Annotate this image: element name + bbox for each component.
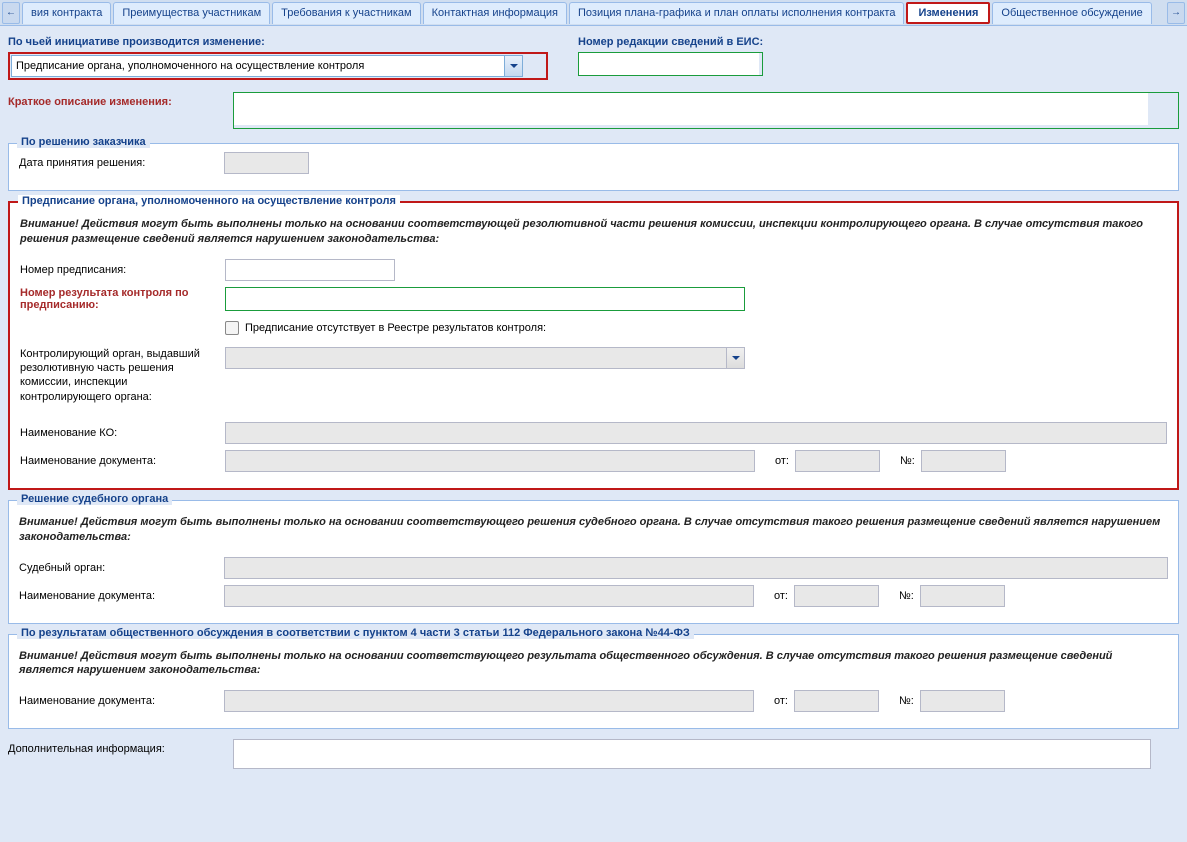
decision-date-input: [224, 152, 309, 174]
tab-contract-conditions[interactable]: вия контракта: [22, 2, 111, 24]
ko-name-input: [225, 422, 1167, 444]
public-num-input: [920, 690, 1005, 712]
edition-input[interactable]: [579, 53, 759, 75]
additional-info-textarea[interactable]: [233, 739, 1151, 769]
arrow-right-icon: →: [1171, 7, 1181, 18]
public-discussion-warning: Внимание! Действия могут быть выполнены …: [19, 649, 1168, 679]
order-num-symbol-input: [921, 450, 1006, 472]
result-num-input[interactable]: [226, 288, 744, 310]
tab-contact-info[interactable]: Контактная информация: [423, 2, 567, 24]
tab-public-discussion[interactable]: Общественное обсуждение: [992, 2, 1151, 24]
customer-decision-fieldset: По решению заказчика Дата принятия решен…: [8, 143, 1179, 191]
initiative-input[interactable]: [12, 56, 504, 76]
order-doc-name-input: [225, 450, 755, 472]
court-doc-name-label: Наименование документа:: [19, 590, 224, 602]
public-from-input: [794, 690, 879, 712]
edition-label: Номер редакции сведений в ЕИС:: [578, 36, 763, 48]
court-doc-name-input: [224, 585, 754, 607]
short-desc-label: Краткое описание изменения:: [8, 92, 233, 108]
order-num-input[interactable]: [225, 259, 395, 281]
customer-decision-legend: По решению заказчика: [17, 136, 150, 148]
short-desc-textarea[interactable]: [234, 93, 1148, 125]
control-order-fieldset: Предписание органа, уполномоченного на о…: [8, 201, 1179, 490]
order-missing-checkbox-label: Предписание отсутствует в Реестре резуль…: [245, 322, 546, 334]
controlling-org-label: Контролирующий орган, выдавший резолютив…: [20, 347, 225, 404]
chevron-down-icon[interactable]: [726, 348, 744, 368]
tab-changes[interactable]: Изменения: [906, 2, 990, 24]
court-num-label: №:: [899, 590, 914, 602]
court-from-input: [794, 585, 879, 607]
court-decision-fieldset: Решение судебного органа Внимание! Дейст…: [8, 500, 1179, 624]
order-from-input: [795, 450, 880, 472]
court-label: Судебный орган:: [19, 562, 224, 574]
tab-schedule-position[interactable]: Позиция плана-графика и план оплаты испо…: [569, 2, 904, 24]
result-num-highlight: [225, 287, 745, 311]
edition-highlight: [578, 52, 763, 76]
ko-name-label: Наименование КО:: [20, 427, 225, 439]
tabs-list: вия контракта Преимущества участникам Тр…: [22, 2, 1165, 24]
initiative-highlight: [8, 52, 548, 80]
controlling-org-input: [226, 348, 726, 368]
order-from-label: от:: [775, 455, 789, 467]
order-missing-checkbox[interactable]: [225, 321, 239, 335]
public-doc-name-label: Наименование документа:: [19, 695, 224, 707]
court-decision-legend: Решение судебного органа: [17, 493, 172, 505]
public-from-label: от:: [774, 695, 788, 707]
short-desc-highlight: [233, 92, 1179, 129]
arrow-left-icon: ←: [6, 7, 16, 18]
controlling-org-combo[interactable]: [225, 347, 745, 369]
tabs-scroll-right[interactable]: →: [1167, 2, 1185, 24]
chevron-down-icon[interactable]: [504, 56, 522, 76]
short-desc-row: Краткое описание изменения:: [8, 92, 1179, 129]
decision-date-label: Дата принятия решения:: [19, 157, 224, 169]
control-order-warning: Внимание! Действия могут быть выполнены …: [20, 217, 1167, 247]
public-num-label: №:: [899, 695, 914, 707]
public-doc-name-input: [224, 690, 754, 712]
tab-participant-advantages[interactable]: Преимущества участникам: [113, 2, 270, 24]
order-num-label: Номер предписания:: [20, 264, 225, 276]
tabs-bar: ← вия контракта Преимущества участникам …: [0, 0, 1187, 26]
court-from-label: от:: [774, 590, 788, 602]
tabs-scroll-left[interactable]: ←: [2, 2, 20, 24]
initiative-combo[interactable]: [11, 55, 523, 77]
tab-participant-requirements[interactable]: Требования к участникам: [272, 2, 420, 24]
court-num-input: [920, 585, 1005, 607]
additional-info-label: Дополнительная информация:: [8, 739, 233, 755]
public-discussion-fieldset: По результатам общественного обсуждения …: [8, 634, 1179, 730]
top-row: По чьей инициативе производится изменени…: [8, 36, 1179, 80]
order-doc-name-label: Наименование документа:: [20, 455, 225, 467]
order-num-symbol-label: №:: [900, 455, 915, 467]
court-input: [224, 557, 1168, 579]
initiative-label: По чьей инициативе производится изменени…: [8, 36, 548, 48]
public-discussion-legend: По результатам общественного обсуждения …: [17, 627, 694, 639]
court-decision-warning: Внимание! Действия могут быть выполнены …: [19, 515, 1168, 545]
content-area: По чьей инициативе производится изменени…: [0, 26, 1187, 769]
control-order-legend: Предписание органа, уполномоченного на о…: [18, 195, 400, 207]
result-num-label: Номер результата контроля по предписанию…: [20, 287, 225, 311]
